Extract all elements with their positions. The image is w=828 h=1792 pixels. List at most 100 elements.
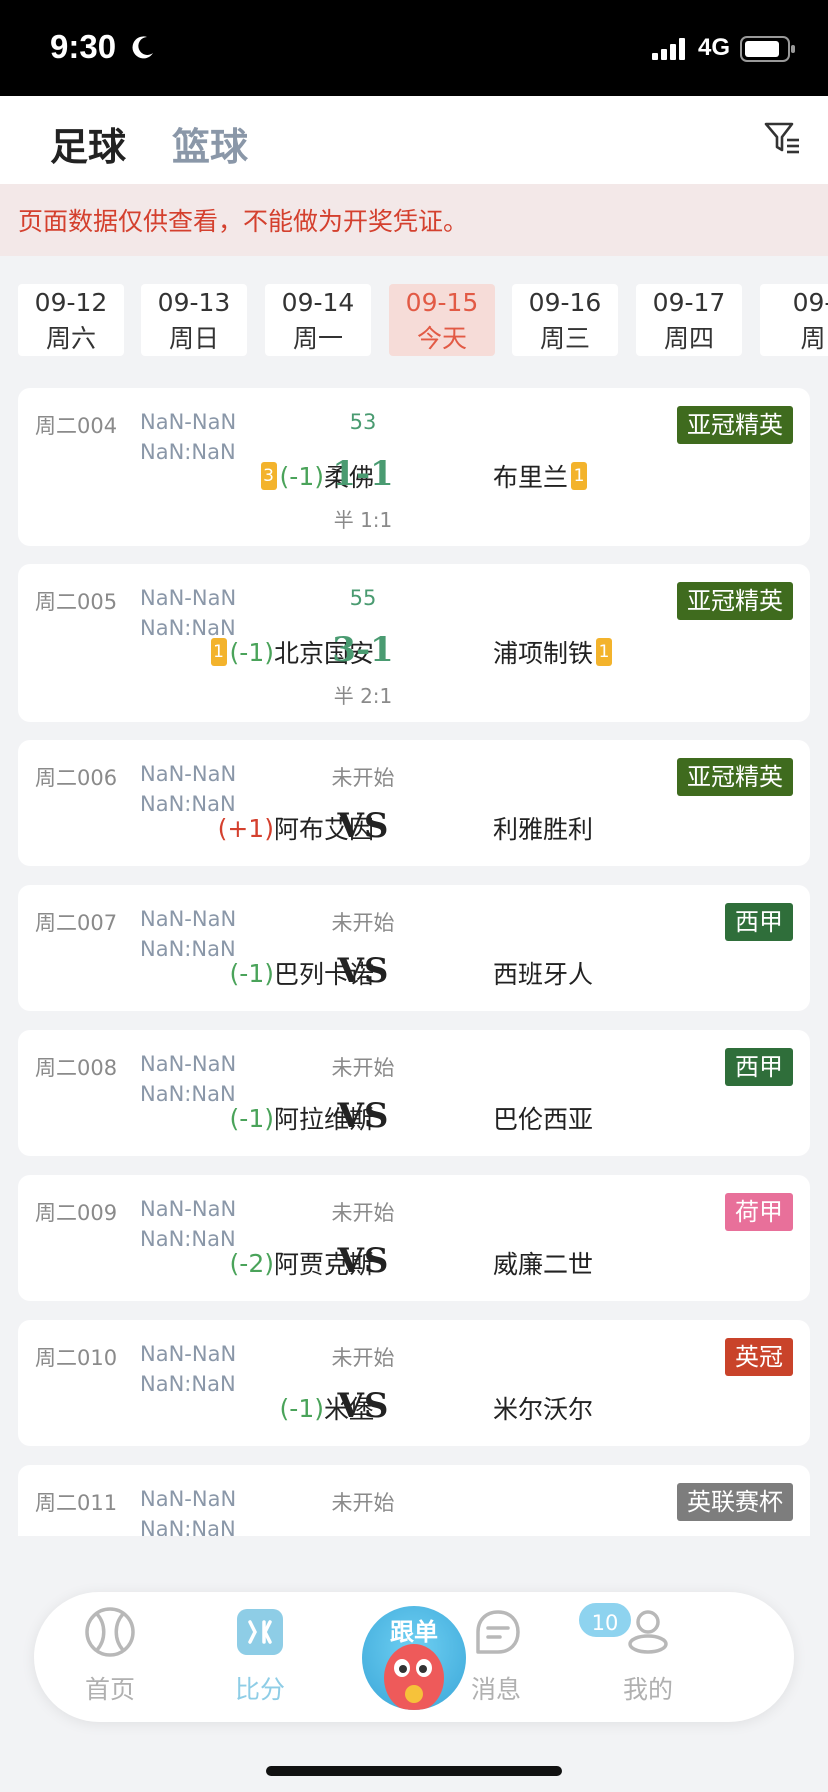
date-item[interactable]: 09- 周 — [760, 284, 828, 356]
day-label: 周一 — [292, 324, 343, 353]
match-time-2: NaN:NaN — [140, 1517, 236, 1536]
match-card[interactable]: 周二006 NaN-NaN NaN:NaN 未开始 (+1) 阿布艾因 VS 利雅… — [18, 740, 810, 866]
date-item[interactable]: 09-17 周四 — [636, 284, 742, 356]
red-card-count: 1 — [571, 462, 588, 490]
match-time-2: NaN:NaN — [140, 440, 236, 464]
score: VS — [337, 1096, 389, 1136]
away-team: 米尔沃尔 — [493, 1390, 593, 1426]
league-badge: 西甲 — [725, 903, 793, 941]
match-status: 未开始 — [331, 1346, 395, 1370]
match-number: 周二008 — [35, 1056, 118, 1080]
match-minute: 55 — [349, 586, 377, 610]
match-time-2: NaN:NaN — [140, 1082, 236, 1106]
match-time: NaN-NaN — [140, 586, 237, 610]
date-item[interactable]: 09-12 周六 — [18, 284, 124, 356]
match-card[interactable]: 周二005 NaN-NaN NaN:NaN 55 1 (-1) 北京国安 3-1 半… — [18, 564, 810, 722]
red-card-count: 3 — [260, 462, 277, 490]
match-time: NaN-NaN — [140, 762, 237, 786]
handicap: (-1) — [229, 1103, 274, 1133]
nav-score[interactable]: 比分 — [210, 1606, 310, 1706]
nav-me-label: 我的 — [622, 1675, 673, 1704]
score: 1-1 — [332, 454, 394, 494]
away-team: 布里兰 1 — [493, 458, 590, 494]
league-badge: 英冠 — [725, 1338, 793, 1376]
date-selector: 09-12 周六 09-13 周日 09-14 周一 09-15 今天 09-16 周三 … — [0, 256, 828, 360]
filter-icon[interactable] — [762, 118, 802, 158]
date-label: 09- — [792, 288, 828, 317]
match-number: 周二009 — [35, 1201, 118, 1225]
date-label: 09-14 — [281, 288, 355, 317]
match-status: 未开始 — [331, 766, 395, 790]
match-card[interactable]: 周二008 NaN-NaN NaN:NaN 未开始 (-1) 阿拉维斯 VS 巴伦… — [18, 1030, 810, 1156]
score: VS — [337, 1386, 389, 1426]
away-team-name: 利雅胜利 — [493, 815, 594, 844]
nav-home[interactable]: 首页 — [60, 1606, 160, 1706]
half-score: 半 2:1 — [333, 684, 393, 708]
match-time: NaN-NaN — [140, 1197, 237, 1221]
match-card[interactable]: 周二007 NaN-NaN NaN:NaN 未开始 (-1) 巴列卡诺 VS 西班… — [18, 885, 810, 1011]
red-card-count: 1 — [210, 638, 227, 666]
day-label: 周日 — [168, 324, 219, 353]
league-badge: 荷甲 — [725, 1193, 793, 1231]
home-indicator — [266, 1766, 562, 1776]
away-team: 浦项制铁 1 — [493, 634, 615, 670]
date-item[interactable]: 09-13 周日 — [141, 284, 247, 356]
day-label: 周六 — [45, 324, 96, 353]
date-label: 09-15 — [405, 288, 479, 317]
date-item[interactable]: 09-14 周一 — [265, 284, 371, 356]
match-time: NaN-NaN — [140, 907, 237, 931]
network-label: 4G — [698, 34, 731, 61]
handicap: (-2) — [229, 1248, 274, 1278]
battery-icon — [740, 36, 795, 62]
status-bar: 9:30 4G — [0, 0, 828, 96]
nav-me[interactable]: 我的 — [598, 1606, 698, 1706]
match-time: NaN-NaN — [140, 1052, 237, 1076]
match-card[interactable]: 周二004 NaN-NaN NaN:NaN 53 3 (-1) 柔佛 1-1 半 1… — [18, 388, 810, 546]
handicap: (-1) — [229, 958, 274, 988]
match-time-2: NaN:NaN — [140, 1227, 236, 1251]
date-label: 09-13 — [157, 288, 231, 317]
day-label: 周四 — [663, 324, 714, 353]
match-list: 周二004 NaN-NaN NaN:NaN 53 3 (-1) 柔佛 1-1 半 1… — [0, 360, 828, 1536]
match-card[interactable]: 周二010 NaN-NaN NaN:NaN 未开始 (-1) 米堡 VS 米尔沃尔… — [18, 1320, 810, 1446]
date-label: 09-12 — [34, 288, 108, 317]
user-icon — [628, 1610, 668, 1654]
match-time: NaN-NaN — [140, 1487, 237, 1511]
match-minute: 53 — [349, 410, 377, 434]
league-badge: 亚冠精英 — [677, 582, 793, 620]
match-number: 周二010 — [35, 1346, 118, 1370]
nav-score-label: 比分 — [234, 1675, 285, 1704]
match-time: NaN-NaN — [140, 1342, 237, 1366]
day-label: 周三 — [539, 324, 590, 353]
match-status: 未开始 — [331, 911, 395, 935]
score: VS — [337, 806, 389, 846]
match-card[interactable]: 周二011 NaN-NaN NaN:NaN 未开始 英联赛杯 — [18, 1465, 810, 1536]
handicap: (+1) — [217, 813, 274, 843]
tab-basketball[interactable]: 篮球 — [172, 116, 248, 171]
date-label: 09-17 — [652, 288, 726, 317]
away-team-name: 威廉二世 — [493, 1250, 594, 1279]
match-number: 周二006 — [35, 766, 118, 790]
match-card[interactable]: 周二009 NaN-NaN NaN:NaN 未开始 (-2) 阿贾克斯 VS 威廉… — [18, 1175, 810, 1301]
tab-football[interactable]: 足球 — [50, 116, 126, 171]
match-number: 周二005 — [35, 590, 118, 614]
away-team-name: 西班牙人 — [493, 960, 594, 989]
date-item-today[interactable]: 09-15 今天 — [389, 284, 495, 356]
red-card-count: 1 — [596, 638, 613, 666]
league-badge: 亚冠精英 — [677, 758, 793, 796]
match-status: 未开始 — [331, 1491, 395, 1515]
status-time: 9:30 — [50, 28, 117, 65]
date-label: 09-16 — [528, 288, 602, 317]
away-team-name: 布里兰 — [493, 463, 569, 492]
away-team: 利雅胜利 — [493, 810, 593, 846]
match-time: NaN-NaN — [140, 410, 237, 434]
away-team-name: 巴伦西亚 — [493, 1105, 594, 1134]
nav-messages[interactable]: 消息 — [446, 1606, 546, 1706]
date-item[interactable]: 09-16 周三 — [512, 284, 618, 356]
bottom-nav: 首页 比分 跟单 消息 10 我的 — [34, 1592, 794, 1722]
away-team: 巴伦西亚 — [493, 1100, 593, 1136]
match-number: 周二004 — [35, 414, 118, 438]
away-team: 西班牙人 — [493, 955, 593, 991]
message-icon — [476, 1610, 520, 1654]
nav-messages-label: 消息 — [470, 1675, 521, 1704]
